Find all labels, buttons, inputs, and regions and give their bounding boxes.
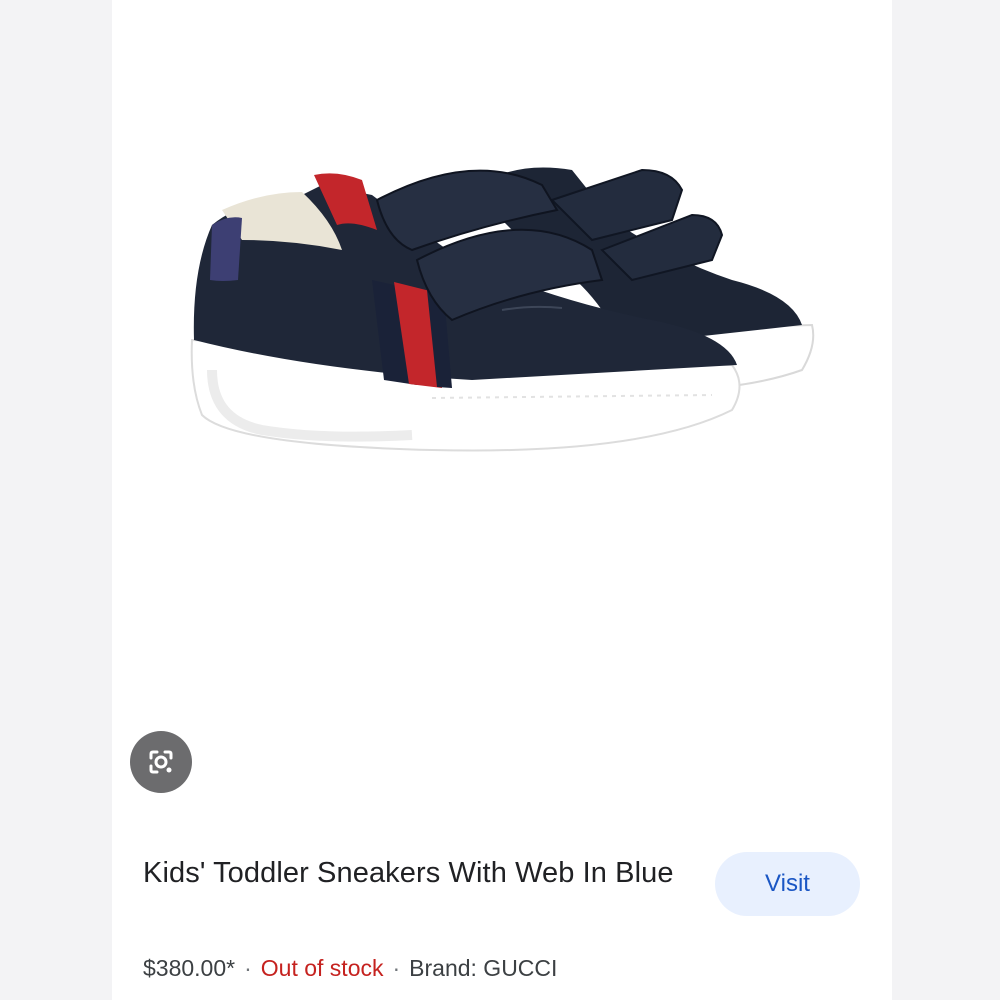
google-lens-icon bbox=[149, 750, 173, 774]
brand: Brand: GUCCI bbox=[409, 955, 558, 981]
right-margin bbox=[892, 0, 1000, 1000]
left-margin bbox=[0, 0, 112, 1000]
lens-search-button[interactable] bbox=[130, 731, 192, 793]
separator: · bbox=[392, 955, 401, 981]
separator: · bbox=[244, 955, 252, 981]
product-meta: $380.00* · Out of stock · Brand: GUCCI bbox=[143, 955, 557, 982]
visit-button-label: Visit bbox=[765, 870, 810, 897]
product-image[interactable] bbox=[172, 130, 832, 490]
product-card: Kids' Toddler Sneakers With Web In Blue … bbox=[112, 0, 892, 1000]
stock-status: Out of stock bbox=[260, 955, 384, 981]
visit-button[interactable]: Visit bbox=[715, 852, 860, 916]
price: $380.00* bbox=[143, 955, 236, 981]
product-title[interactable]: Kids' Toddler Sneakers With Web In Blue bbox=[143, 852, 683, 895]
